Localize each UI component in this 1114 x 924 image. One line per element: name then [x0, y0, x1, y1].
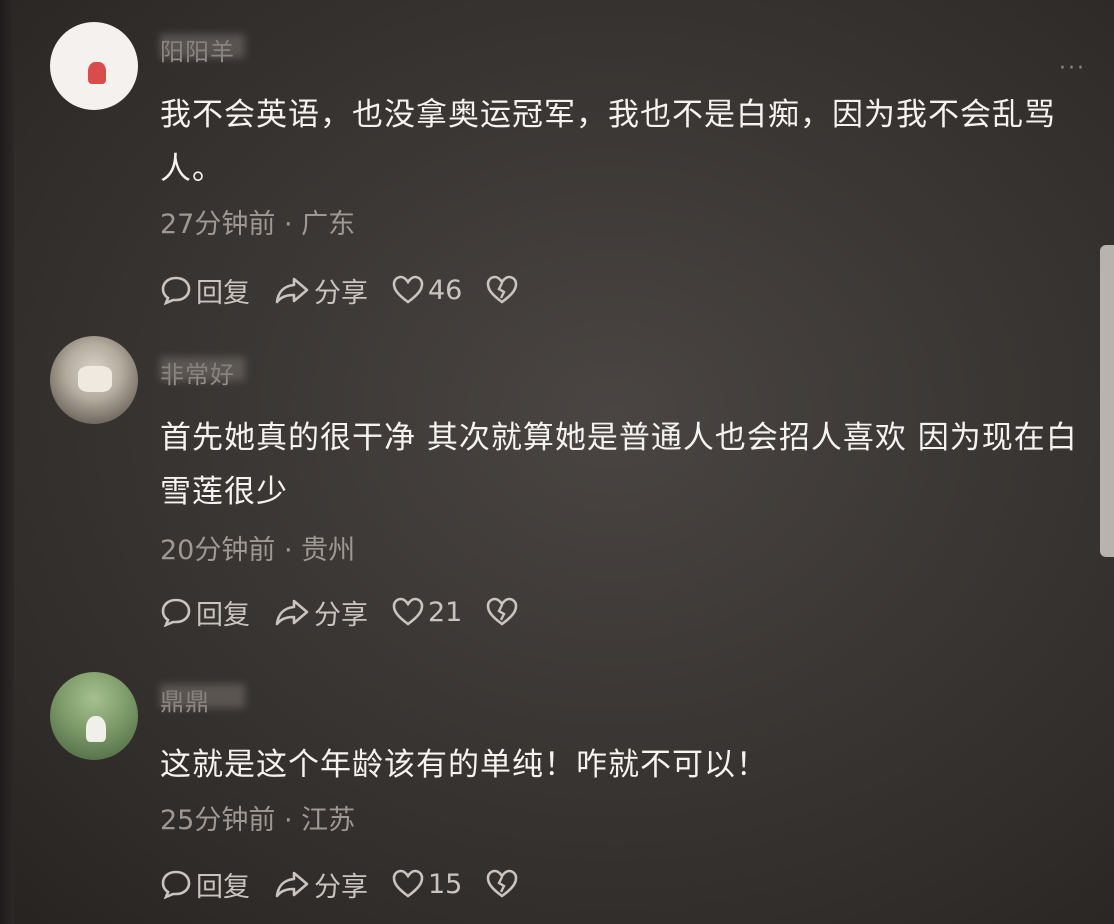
comment-text: 首先她真的很干净 其次就算她是普通人也会招人喜欢 因为现在白雪莲很少: [160, 420, 1078, 510]
comment-actions: 回复 分享 46: [160, 270, 542, 310]
like-button[interactable]: 15: [392, 869, 462, 900]
more-options-icon[interactable]: ···: [1059, 56, 1086, 81]
left-edge: [0, 0, 14, 924]
broken-heart-icon: [487, 275, 518, 304]
comment-username[interactable]: 非常好: [160, 355, 235, 390]
reply-button[interactable]: 回复: [160, 593, 250, 632]
avatar[interactable]: [50, 672, 138, 760]
share-arrow-icon: [275, 599, 309, 626]
share-button[interactable]: 分享: [274, 593, 368, 632]
like-count: 15: [428, 868, 463, 900]
heart-icon: [392, 597, 424, 626]
avatar[interactable]: [50, 336, 138, 424]
reply-label: 回复: [196, 871, 250, 903]
comment-actions: 回复 分享 21: [160, 592, 542, 632]
avatar-person-icon: [86, 716, 106, 742]
share-label: 分享: [314, 599, 368, 631]
speech-bubble-icon: [161, 598, 191, 628]
dislike-button[interactable]: [486, 597, 518, 627]
dislike-button[interactable]: [486, 869, 518, 899]
comment-meta: 27分钟前 · 广东: [160, 202, 355, 241]
comment-actions: 回复 分享 15: [160, 864, 542, 904]
share-button[interactable]: 分享: [274, 865, 368, 904]
share-button[interactable]: 分享: [274, 271, 368, 310]
reply-button[interactable]: 回复: [160, 865, 250, 904]
reply-label: 回复: [196, 599, 250, 631]
like-button[interactable]: 46: [392, 275, 462, 306]
reply-button[interactable]: 回复: [160, 271, 250, 310]
like-button[interactable]: 21: [392, 597, 462, 628]
comment-meta: 25分钟前 · 江苏: [160, 798, 355, 837]
comment-location: 贵州: [301, 535, 356, 566]
scrollbar[interactable]: [1100, 245, 1114, 557]
comment-meta: 20分钟前 · 贵州: [160, 528, 355, 567]
comment-username[interactable]: 阳阳羊: [160, 32, 235, 67]
avatar-food-icon: [78, 366, 112, 392]
dislike-button[interactable]: [486, 275, 518, 305]
broken-heart-icon: [487, 597, 518, 626]
comment-text: 我不会英语，也没拿奥运冠军，我也不是白痴，因为我不会乱骂人。: [160, 97, 1056, 187]
comment-time: 20分钟前: [160, 535, 276, 566]
share-label: 分享: [314, 277, 368, 309]
speech-bubble-icon: [161, 870, 191, 900]
comment-time: 25分钟前: [160, 805, 276, 836]
heart-icon: [392, 869, 424, 898]
meta-separator: ·: [283, 209, 293, 240]
like-count: 21: [428, 596, 463, 628]
comment-location: 江苏: [301, 805, 356, 836]
avatar-figure-icon: [88, 62, 106, 84]
comment-text: 这就是这个年龄该有的单纯！咋就不可以！: [160, 747, 768, 783]
meta-separator: ·: [283, 535, 293, 566]
comment-location: 广东: [301, 209, 356, 240]
avatar[interactable]: [50, 22, 138, 110]
share-arrow-icon: [275, 277, 309, 304]
like-count: 46: [428, 274, 463, 306]
meta-separator: ·: [283, 805, 293, 836]
broken-heart-icon: [487, 869, 518, 898]
reply-label: 回复: [196, 277, 250, 309]
comment-username[interactable]: 鼎鼎: [160, 682, 210, 717]
speech-bubble-icon: [161, 276, 191, 306]
heart-icon: [392, 275, 424, 304]
share-arrow-icon: [275, 871, 309, 898]
share-label: 分享: [314, 871, 368, 903]
comment-time: 27分钟前: [160, 209, 276, 240]
